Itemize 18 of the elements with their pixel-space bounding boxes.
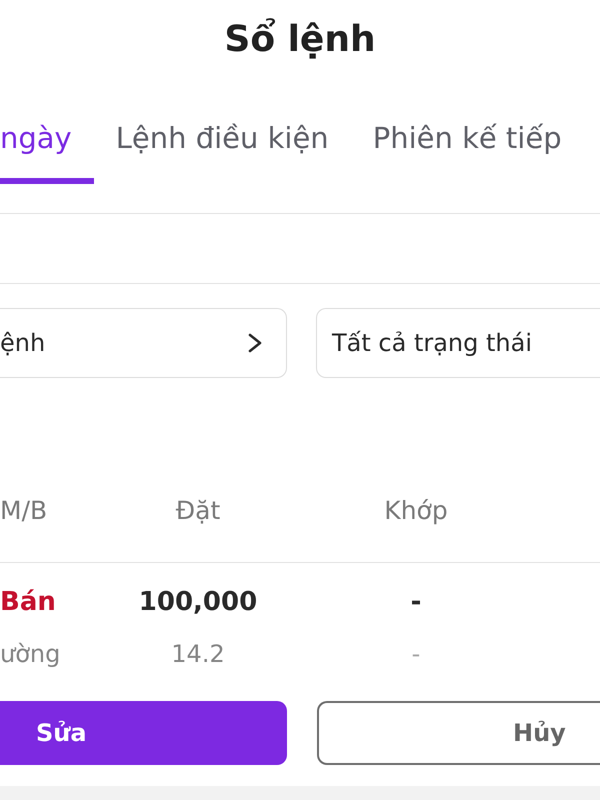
table-cell-text: - — [410, 587, 422, 617]
table-cell-text: 14.2 — [170, 640, 226, 668]
tab[interactable]: Phiên kế tiếp — [350, 104, 584, 184]
column-header: Khớp — [383, 496, 449, 524]
tab[interactable]: Lệnh điều kiện — [94, 104, 351, 184]
cancel-button[interactable]: Hủy — [317, 701, 600, 765]
table-cell-text: 100,000 — [138, 587, 258, 617]
table-cell-text: ường — [0, 640, 62, 668]
chevron-right-icon — [248, 333, 262, 353]
table-cell-text: Bán — [0, 587, 57, 617]
edit-button[interactable]: Sửa — [0, 701, 287, 765]
page-title: Sổ lệnh — [224, 18, 376, 62]
table-cell-text: - — [410, 640, 422, 668]
tab[interactable]: ngày — [0, 104, 94, 184]
column-header: Đặt — [174, 496, 222, 524]
column-header: M/B — [0, 496, 48, 524]
status-select[interactable]: Tất cả trạng thái — [316, 308, 600, 378]
order-type-select[interactable]: ệnh — [0, 308, 287, 378]
